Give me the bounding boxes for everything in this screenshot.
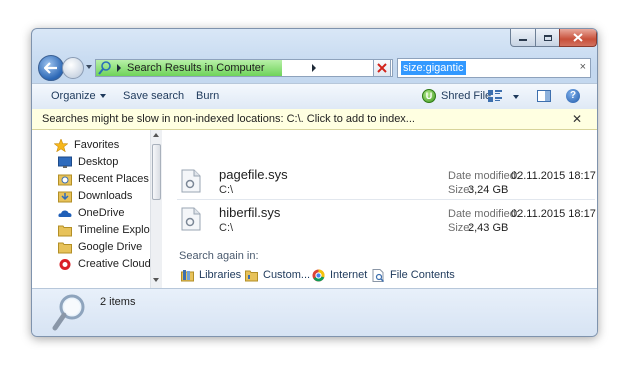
close-info-bar-icon[interactable]: ✕ [572, 112, 582, 126]
shred-icon: U [422, 89, 436, 103]
nav-item-label: Downloads [78, 190, 133, 202]
search-results-icon [52, 294, 85, 331]
info-bar-text[interactable]: Searches might be slow in non-indexed lo… [42, 113, 415, 125]
folder-icon [58, 224, 72, 237]
command-bar: Organize Save search Burn U Shred File ? [32, 83, 597, 110]
back-arrow-icon [44, 62, 57, 74]
change-view-icon[interactable] [488, 90, 502, 102]
date-modified-label: Date modified: [448, 208, 519, 220]
search-again-label: File Contents [390, 269, 455, 281]
system-file-icon [181, 169, 201, 193]
file-contents-icon [372, 269, 385, 282]
address-bar[interactable]: Search Results in Computer [95, 59, 393, 77]
organize-label: Organize [51, 90, 96, 102]
item-count: 2 items [100, 296, 136, 308]
nav-scrollbar[interactable] [150, 130, 162, 288]
search-again-label: Internet [330, 269, 368, 281]
date-modified-value: 02.11.2015 18:17 [511, 208, 596, 220]
result-row[interactable]: pagefile.sys C:\ Date modified: 02.11.20… [171, 165, 596, 203]
results-list: pagefile.sys C:\ Date modified: 02.11.20… [163, 130, 597, 288]
view-options-chevron-icon[interactable] [513, 95, 519, 99]
nav-item-label: Desktop [78, 156, 119, 168]
result-row[interactable]: hiberfil.sys C:\ Date modified: 02.11.20… [171, 203, 596, 241]
chevron-down-icon [99, 94, 106, 99]
navigation-pane: Favorites Desktop Recent Places Download… [32, 130, 162, 288]
minimize-icon [519, 39, 527, 41]
shred-file-button[interactable]: Shred File [441, 90, 491, 102]
star-icon [53, 138, 69, 153]
maximize-button[interactable] [535, 29, 560, 47]
maximize-icon [543, 34, 552, 41]
desktop-icon [58, 156, 72, 169]
internet-icon [312, 269, 325, 282]
search-again-title: Search again in: [179, 250, 259, 262]
scroll-up-icon[interactable] [153, 133, 159, 137]
breadcrumb-chevron-icon[interactable] [311, 64, 317, 72]
size-value: 3,24 GB [468, 184, 509, 196]
clear-search-icon[interactable]: × [580, 61, 586, 73]
help-icon[interactable]: ? [566, 89, 580, 103]
nav-item-label: Google Drive [78, 241, 143, 253]
search-input[interactable]: size:gigantic [401, 61, 466, 75]
stop-search-button[interactable] [373, 59, 391, 77]
search-again-label: Custom... [263, 269, 311, 281]
nav-item-label: Recent Places [78, 173, 149, 185]
date-modified-label: Date modified: [448, 170, 519, 182]
index-info-bar[interactable]: Searches might be slow in non-indexed lo… [32, 109, 597, 130]
row-divider [177, 199, 595, 200]
close-icon [573, 33, 583, 42]
preview-pane-icon[interactable] [537, 90, 551, 102]
forward-button[interactable] [62, 57, 84, 79]
onedrive-icon [58, 207, 72, 220]
breadcrumb-chevron-icon[interactable] [116, 64, 122, 72]
scroll-down-icon[interactable] [153, 278, 159, 282]
search-box[interactable]: size:gigantic × [397, 58, 591, 78]
close-button[interactable] [559, 29, 597, 47]
custom-folder-icon [245, 269, 258, 282]
date-modified-value: 02.11.2015 18:17 [511, 170, 596, 182]
file-path: C:\ [219, 222, 234, 234]
creative-cloud-icon [58, 258, 72, 271]
recent-places-icon [58, 173, 72, 186]
stop-icon [377, 63, 387, 73]
nav-item-label: OneDrive [78, 207, 125, 219]
file-name: pagefile.sys [219, 167, 288, 182]
explorer-window: Search Results in Computer size:gigantic… [31, 28, 598, 337]
back-button[interactable] [38, 55, 64, 81]
search-folder-icon [98, 61, 111, 75]
libraries-icon [181, 269, 194, 282]
minimize-button[interactable] [510, 29, 536, 47]
content-area: Favorites Desktop Recent Places Download… [32, 130, 597, 288]
recent-pages-dropdown-icon[interactable] [84, 62, 94, 72]
burn-button[interactable]: Burn [196, 90, 219, 102]
search-again-label: Libraries [199, 269, 242, 281]
address-text: Search Results in Computer [127, 62, 265, 74]
details-pane: 2 items [32, 288, 597, 336]
save-search-button[interactable]: Save search [123, 90, 184, 102]
file-name: hiberfil.sys [219, 205, 281, 220]
size-value: 2,43 GB [468, 222, 509, 234]
organize-button[interactable]: Organize [51, 90, 106, 102]
scroll-thumb[interactable] [152, 144, 161, 200]
system-file-icon [181, 207, 201, 231]
file-path: C:\ [219, 184, 234, 196]
nav-item-label: Favorites [74, 139, 120, 151]
downloads-icon [58, 190, 72, 203]
folder-icon [58, 241, 72, 254]
